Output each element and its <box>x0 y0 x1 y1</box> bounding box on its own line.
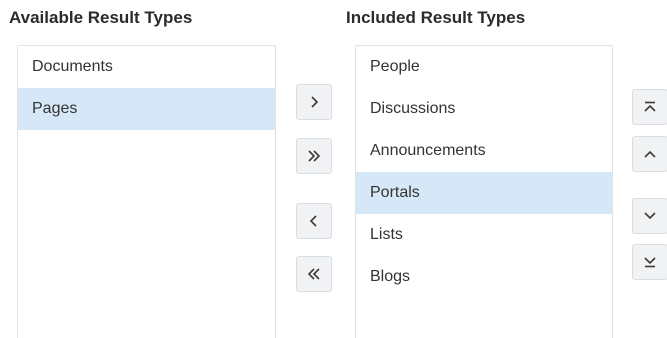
list-item[interactable]: Lists <box>356 214 612 256</box>
list-item[interactable]: Pages <box>18 88 275 130</box>
list-item[interactable]: Announcements <box>356 130 612 172</box>
chevron-down-icon <box>644 212 656 220</box>
included-heading: Included Result Types <box>346 8 526 27</box>
move-to-top-button[interactable] <box>632 89 667 125</box>
available-listbox[interactable]: Documents Pages <box>17 45 276 338</box>
move-up-button[interactable] <box>632 136 667 172</box>
move-down-button[interactable] <box>632 198 667 234</box>
list-item[interactable]: Discussions <box>356 88 612 130</box>
included-listbox[interactable]: People Discussions Announcements Portals… <box>355 45 613 338</box>
list-item[interactable]: Portals <box>356 172 612 214</box>
available-heading: Available Result Types <box>9 8 193 27</box>
move-to-bottom-button[interactable] <box>632 244 667 280</box>
move-to-top-icon <box>644 101 656 112</box>
move-all-left-button[interactable] <box>296 256 332 292</box>
double-chevron-left-icon <box>307 268 320 280</box>
chevron-up-icon <box>644 150 656 158</box>
move-all-right-button[interactable] <box>296 138 332 174</box>
list-item[interactable]: People <box>356 46 612 88</box>
move-right-button[interactable] <box>296 84 332 120</box>
double-chevron-right-icon <box>308 150 321 162</box>
chevron-left-icon <box>309 215 317 227</box>
chevron-right-icon <box>311 96 319 108</box>
move-to-bottom-icon <box>644 257 656 268</box>
list-item[interactable]: Blogs <box>356 256 612 298</box>
list-item[interactable]: Documents <box>18 46 275 88</box>
move-left-button[interactable] <box>296 203 332 239</box>
